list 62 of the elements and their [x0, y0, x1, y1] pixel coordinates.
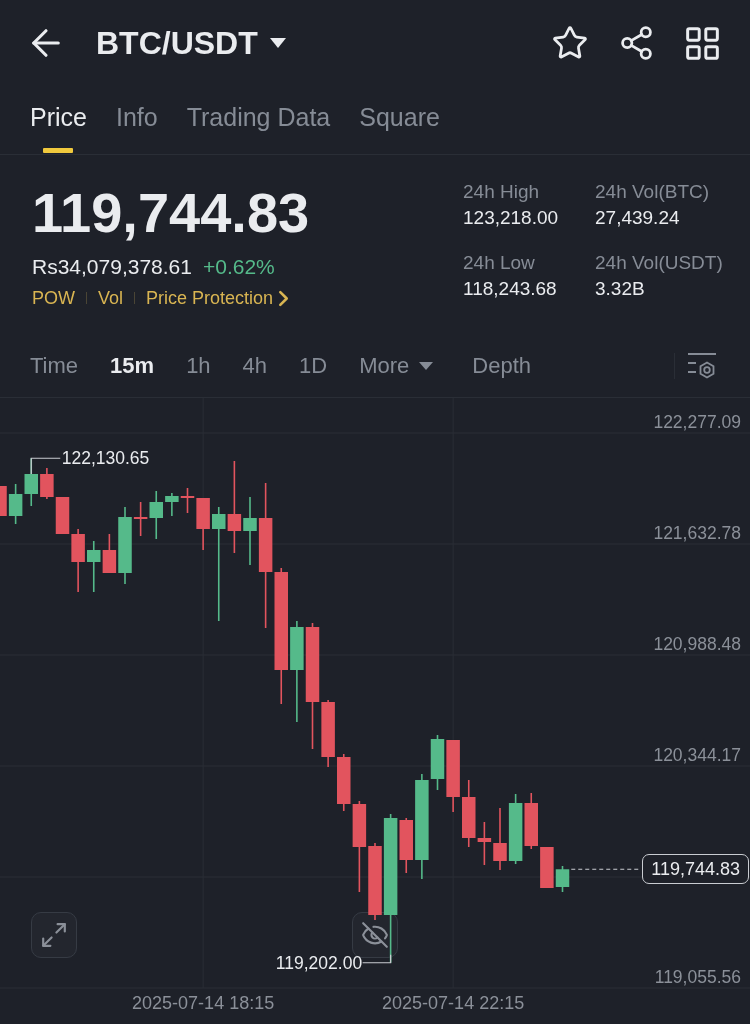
high-price-label: 122,130.65 — [61, 448, 150, 469]
interval-tab[interactable]: 4h — [242, 352, 268, 380]
axis-label: 119,055.56 — [654, 967, 741, 987]
candlestick — [149, 490, 163, 540]
caret-icon — [269, 38, 286, 48]
interval-tab[interactable]: 1D — [299, 352, 328, 380]
expand-icon — [42, 923, 66, 947]
low-price-label: 119,202.00 — [275, 952, 363, 973]
tab[interactable]: Info — [115, 86, 158, 154]
stat-label: 24h Vol(USDT) — [595, 251, 724, 275]
info-link[interactable]: Price Protection — [146, 286, 289, 310]
caret-icon — [419, 362, 434, 370]
fullscreen-button[interactable] — [31, 912, 77, 958]
stat-label: 24h Vol(BTC) — [595, 180, 711, 204]
chevron-right-icon — [279, 290, 289, 306]
stat-value: 27,439.24 — [595, 206, 681, 230]
stat-label: 24h Low — [463, 251, 536, 275]
axis-label: 120,988.48 — [653, 634, 741, 654]
candlestick — [87, 540, 101, 593]
price-tag: 119,744.83 — [642, 854, 749, 885]
star-icon — [553, 26, 587, 60]
stat-value: 3.32B — [595, 277, 646, 301]
tag-link[interactable]: Vol — [98, 286, 124, 310]
interval-tab[interactable]: 1h — [186, 352, 211, 380]
interval-tab[interactable]: 15m — [110, 352, 155, 380]
interval-tab[interactable]: Depth — [472, 352, 532, 380]
share-icon — [621, 26, 652, 60]
share-button[interactable] — [621, 26, 652, 60]
candlestick — [40, 467, 54, 500]
hide-button[interactable] — [352, 912, 398, 958]
candlestick — [493, 807, 507, 871]
leader-line — [362, 954, 392, 964]
stat-value: 123,218.00 — [463, 206, 560, 230]
candlestick — [165, 492, 179, 517]
chart-settings-button[interactable] — [688, 352, 716, 380]
stat-value: 118,243.68 — [463, 277, 558, 301]
pair-selector[interactable]: BTC/USDT — [96, 24, 286, 62]
chart-settings-icon — [688, 352, 716, 380]
eye-off-icon — [362, 922, 388, 948]
tab[interactable]: Trading Data — [186, 86, 331, 154]
tab[interactable]: Square — [359, 86, 440, 154]
candlestick — [524, 792, 538, 850]
axis-label: 120,344.17 — [653, 745, 741, 765]
axis-label: 121,632.78 — [653, 523, 741, 543]
back-button[interactable] — [32, 29, 60, 57]
tag-link[interactable]: POW — [32, 286, 75, 310]
candlestick — [24, 457, 38, 507]
last-price: 119,744.83 — [32, 183, 310, 243]
fiat-price: Rs34,079,378.61 — [32, 254, 192, 280]
stat-label: 24h High — [463, 180, 541, 204]
price-change: +0.62% — [202, 254, 275, 280]
grid-button[interactable] — [686, 26, 719, 60]
tab[interactable]: Price — [30, 86, 87, 154]
axis-label: 122,277.09 — [653, 412, 741, 432]
axis-label: 2025-07-14 22:15 — [382, 992, 525, 1014]
favorite-button[interactable] — [553, 26, 587, 60]
leader-line — [30, 457, 61, 475]
interval-tab[interactable]: Time — [30, 352, 79, 380]
candlestick — [508, 793, 523, 865]
more-menu-button[interactable]: More — [359, 352, 441, 380]
axis-label: 2025-07-14 18:15 — [132, 992, 275, 1014]
grid-icon — [686, 26, 719, 60]
